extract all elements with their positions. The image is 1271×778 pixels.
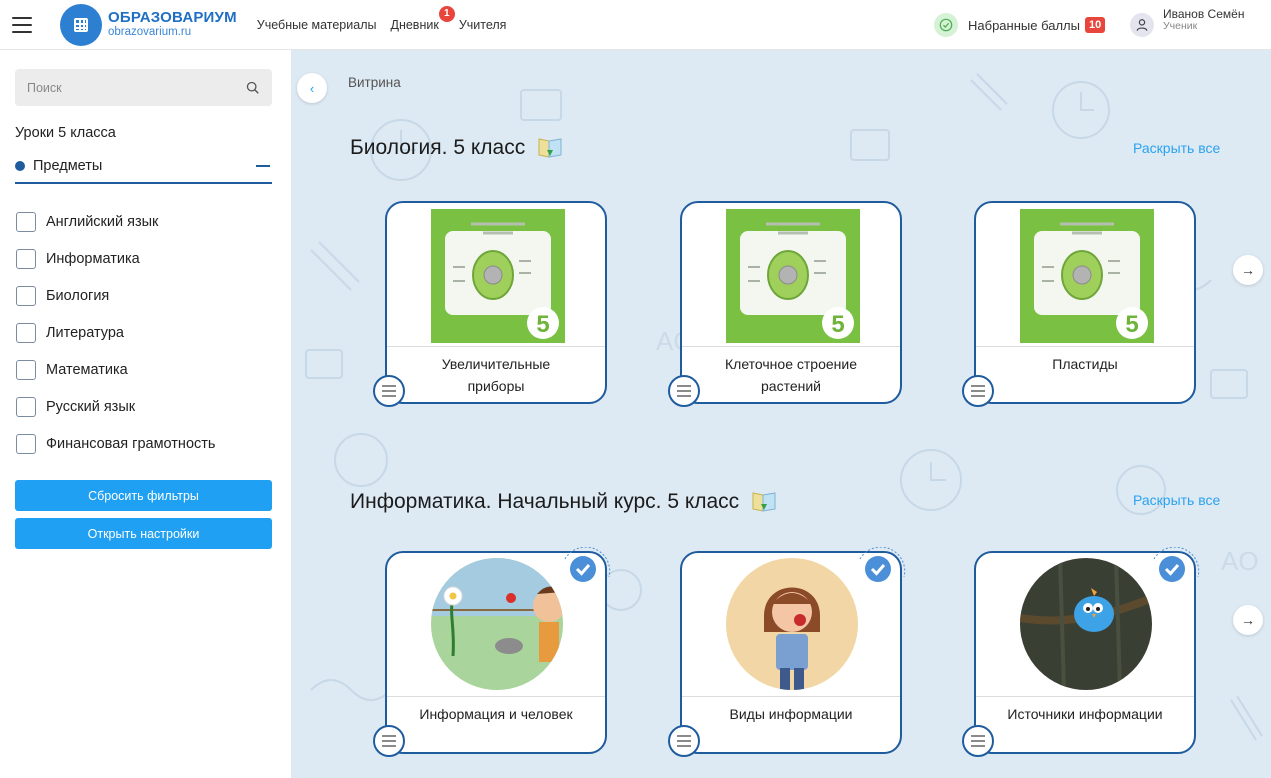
checkbox[interactable] [16,396,36,417]
cartoon-boy-flower-illustration [431,558,563,690]
plant-cell-textbook-icon: 5 [431,209,565,343]
chevron-left-icon: ‹ [309,80,315,96]
logo-name: ОБРАЗОВАРИУМ [108,9,237,27]
logo-icon [60,3,102,46]
checkbox[interactable] [16,211,36,232]
checkbox[interactable] [16,322,36,343]
card-menu-icon[interactable] [962,725,994,757]
book-icon [538,138,562,158]
nav-diary-label: Дневник [390,17,439,32]
section-title: Уроки 5 класса [15,125,116,141]
checkbox[interactable] [16,248,36,269]
filter-label: Финансовая грамотность [46,435,216,452]
card-menu-icon[interactable] [962,375,994,407]
logo[interactable]: ОБРАЗОВАРИУМ obrazovarium.ru [60,3,237,46]
section-title: Биология. 5 класс [350,136,526,159]
filter-label: Английский язык [46,213,159,230]
sidebar: Уроки 5 класса Предметы Английский язык … [0,50,291,778]
logo-url: obrazovarium.ru [108,26,192,39]
book-icon [752,492,776,512]
expand-all-informatics[interactable]: Раскрыть все [1133,492,1220,508]
user-role: Ученик [1163,20,1198,33]
filter-math[interactable]: Математика [16,351,215,388]
card-title: Информация и человек [419,706,573,722]
search-box [15,69,272,106]
svg-text:5: 5 [831,311,844,338]
nav-learning-materials[interactable]: Учебные материалы [257,18,377,32]
lesson-card[interactable]: Виды информации [668,547,906,757]
filter-label: Литература [46,324,124,341]
minus-icon[interactable] [256,165,270,167]
search-input[interactable] [27,80,246,95]
filter-literature[interactable]: Литература [16,314,215,351]
filter-label: Информатика [46,250,140,267]
user-info[interactable]: Иванов Семён Ученик [1163,7,1244,33]
cartoon-girl-illustration [726,558,858,690]
expand-all-biology[interactable]: Раскрыть все [1133,140,1220,156]
card-menu-icon[interactable] [373,375,405,407]
subjects-label: Предметы [33,158,103,174]
filter-label: Русский язык [46,398,136,415]
card-title: Виды информации [729,706,853,722]
filter-label: Математика [46,361,128,378]
section-informatics: Информатика. Начальный курс. 5 класс [350,490,777,514]
verified-badge-icon [859,547,906,582]
user-icon[interactable] [1130,13,1154,37]
next-arrow-button[interactable]: → [1233,255,1263,285]
subjects-header[interactable]: Предметы [15,150,272,184]
card-title: Клеточное строение растений [725,356,857,394]
svg-text:AO: AO [1221,546,1259,576]
diary-badge: 1 [438,5,455,22]
svg-text:5: 5 [1125,311,1138,338]
main-nav: Учебные материалы Дневник 1 Учителя [257,5,521,32]
collapse-sidebar-button[interactable]: ‹ [297,73,327,103]
plant-cell-textbook-icon: 5 [1020,209,1154,343]
top-bar: ОБРАЗОВАРИУМ obrazovarium.ru Учебные мат… [0,0,1271,50]
subject-filter-list: Английский язык Информатика Биология Лит… [16,203,215,462]
filter-russian[interactable]: Русский язык [16,388,215,425]
reset-filters-button[interactable]: Сбросить фильтры [15,480,272,511]
main-content: AO AO AO ‹ Витрина Биология. 5 класс Рас… [291,50,1271,778]
nav-diary[interactable]: Дневник 1 [390,5,455,32]
next-arrow-button[interactable]: → [1233,605,1263,635]
nav-teachers[interactable]: Учителя [459,18,507,32]
filter-biology[interactable]: Биология [16,277,215,314]
lesson-card[interactable]: 5 Пластиды [962,201,1196,407]
checkbox[interactable] [16,285,36,306]
svg-text:5: 5 [536,311,549,338]
breadcrumb: Витрина [348,75,401,90]
arrow-right-icon: → [1241,262,1255,278]
filter-label: Биология [46,287,110,304]
lesson-card[interactable]: Информация и человек [373,547,611,757]
arrow-right-icon: → [1241,612,1255,628]
verified-badge-icon [564,547,611,582]
card-title: Пластиды [1052,356,1118,372]
menu-icon[interactable] [12,16,32,33]
section-biology: Биология. 5 класс [350,136,563,160]
verified-badge-icon [1153,547,1200,582]
card-menu-icon[interactable] [668,375,700,407]
checkbox[interactable] [16,433,36,454]
section-title: Информатика. Начальный курс. 5 класс [350,490,740,513]
check-circle-icon [934,13,958,37]
lesson-card[interactable]: 5 Клеточное строение растений [668,201,902,407]
bullet-icon [15,161,25,171]
points-count: 10 [1084,17,1106,33]
lesson-card[interactable]: Источники информации [962,547,1200,757]
filter-financial-literacy[interactable]: Финансовая грамотность [16,425,215,462]
card-title: Источники информации [1007,706,1163,722]
points-label: Набранные баллы [968,17,1080,33]
open-settings-button[interactable]: Открыть настройки [15,518,272,549]
filter-english[interactable]: Английский язык [16,203,215,240]
cartoon-bird-illustration [1020,558,1152,690]
filter-informatics[interactable]: Информатика [16,240,215,277]
checkbox[interactable] [16,359,36,380]
plant-cell-textbook-icon: 5 [726,209,860,343]
lesson-card[interactable]: 5 Увеличительные приборы [373,201,607,407]
card-menu-icon[interactable] [668,725,700,757]
points-widget[interactable]: Набранные баллы 10 [934,13,1106,37]
search-icon[interactable] [246,81,260,95]
card-menu-icon[interactable] [373,725,405,757]
card-title: Увеличительные приборы [441,356,551,394]
